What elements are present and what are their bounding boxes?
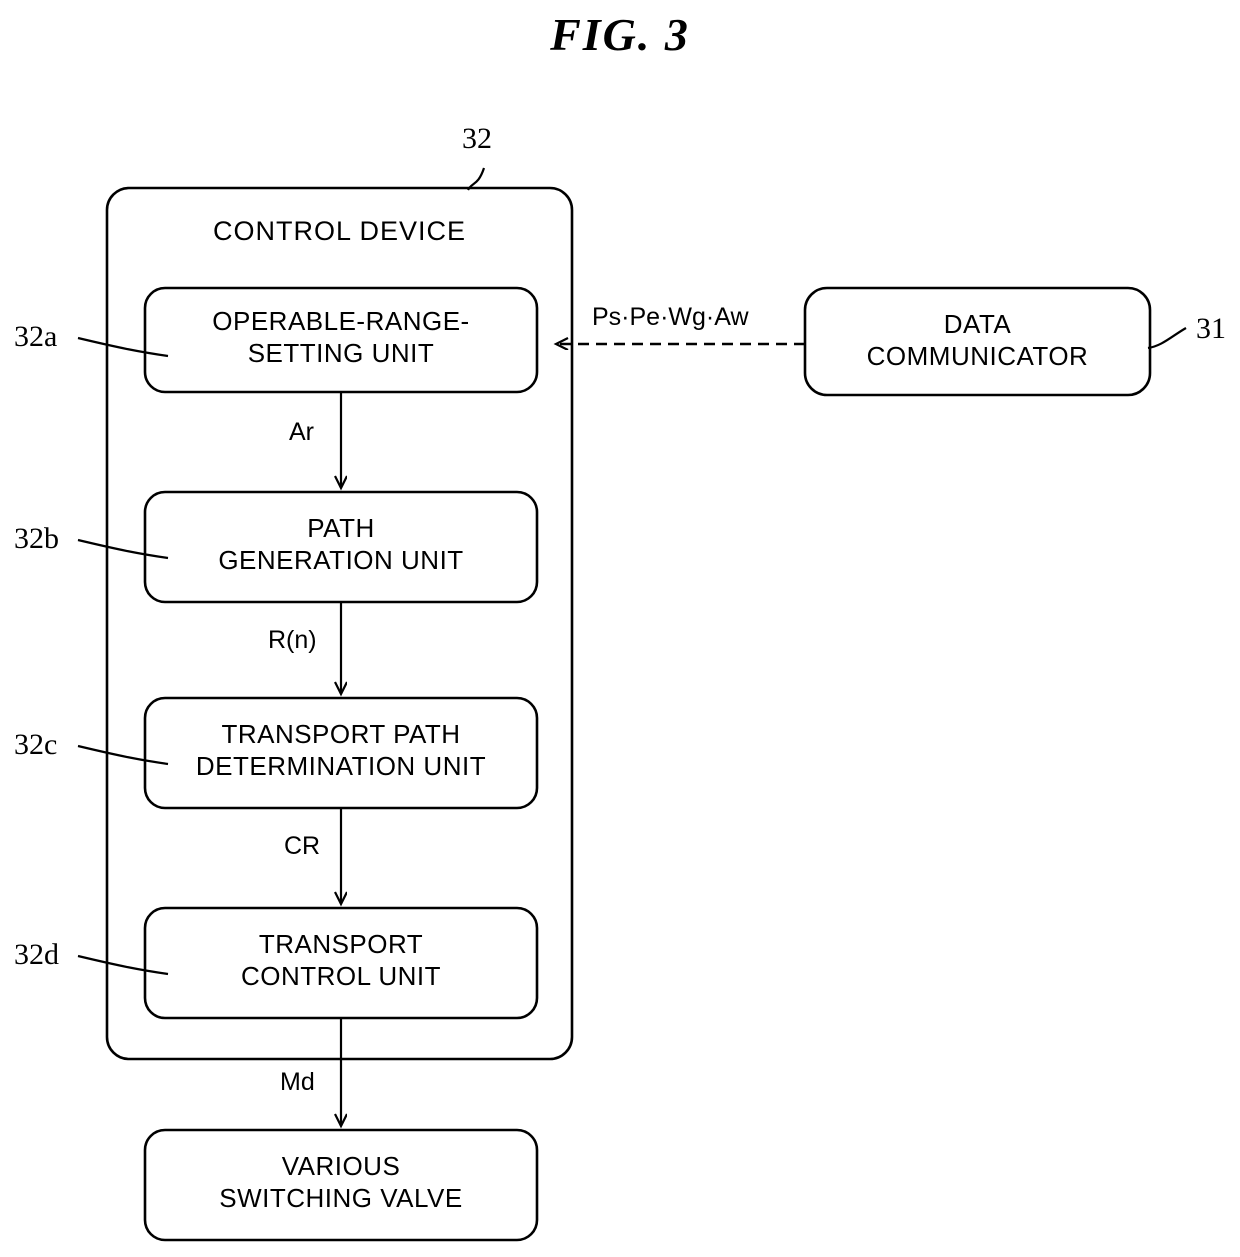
ref-number-32: 32 <box>462 122 492 155</box>
ref-number-32b: 32b <box>14 522 59 555</box>
signal-label-ar: Ar <box>289 418 314 446</box>
signal-label-md: Md <box>280 1068 315 1096</box>
unit-transport-path-determination-label: TRANSPORT PATH DETERMINATION UNIT <box>195 719 487 781</box>
diagram-canvas <box>77 167 1187 1242</box>
unit-path-generation-label: PATH GENERATION UNIT <box>218 513 464 575</box>
unit-transport-control-label: TRANSPORT CONTROL UNIT <box>240 929 442 991</box>
signal-label-cr: CR <box>284 832 321 860</box>
various-switching-valve-label: VARIOUS SWITCHING VALVE <box>219 1151 463 1213</box>
figure-root: FIG. 3 CONTROL DEVICE 32 OPERABLE-RANGE-… <box>0 0 1240 1257</box>
signal-label-rn: R(n) <box>268 626 317 654</box>
ref-number-32d: 32d <box>14 938 59 971</box>
ref-number-32a: 32a <box>14 320 58 353</box>
leader-line-31 <box>1147 327 1187 350</box>
ref-number-31: 31 <box>1196 312 1226 345</box>
signal-label-input: Ps·Pe·Wg·Aw <box>592 303 749 331</box>
data-communicator-label: DATA COMMUNICATOR <box>866 309 1089 371</box>
control-device-title: CONTROL DEVICE <box>212 216 467 246</box>
ref-number-32c: 32c <box>14 728 58 761</box>
unit-operable-range-setting-label: OPERABLE-RANGE- SETTING UNIT <box>212 306 470 368</box>
